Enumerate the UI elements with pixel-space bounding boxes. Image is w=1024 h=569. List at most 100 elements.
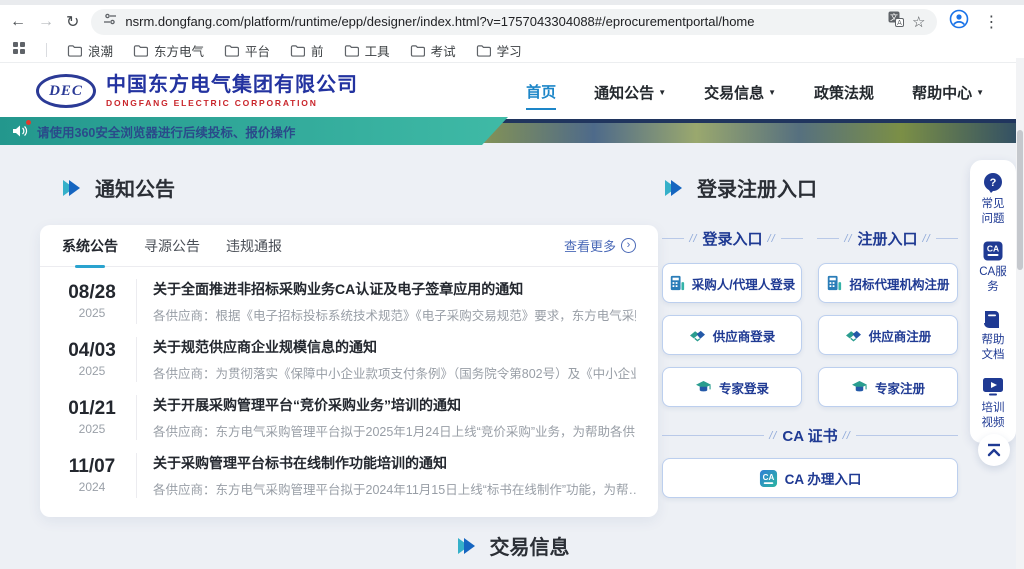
bookmark-label: 平台 [245, 41, 270, 60]
bookmark-star-icon[interactable]: ☆ [912, 13, 925, 31]
expert-login-button[interactable]: 专家登录 [662, 367, 802, 407]
bookmarks-bar: 浪潮 东方电气 平台 前 工具 考试 学习 [0, 38, 1024, 63]
notice-title[interactable]: 关于开展采购管理平台“竞价采购业务”培训的通知 [153, 395, 636, 415]
register-entry-header: // 注册入口 // [817, 228, 958, 249]
button-label: 供应商登录 [713, 326, 776, 345]
handshake-icon [689, 328, 706, 343]
tab-system-notices[interactable]: 系统公告 [62, 225, 118, 267]
book-icon [982, 308, 1004, 330]
chrome-menu-icon[interactable]: ⋮ [983, 12, 999, 32]
decor-slashes: // [768, 233, 776, 245]
svg-text:?: ? [990, 177, 997, 189]
notice-desc: 各供应商：东方电气采购管理平台拟于2024年11月15日上线“标书在线制作”功能… [153, 479, 636, 498]
bookmark-folder[interactable]: 东方电气 [133, 41, 204, 60]
announcement-ticker: 请使用360安全浏览器进行后续投标、报价操作 [0, 117, 508, 145]
arrow-up-to-line-icon [985, 442, 1003, 458]
login-register-section: 登录注册入口 // 登录入口 // // 注册入口 // 采购人/代理人登录 [662, 173, 958, 498]
section-arrow-icon [662, 179, 684, 197]
nav-help-center[interactable]: 帮助中心▼ [912, 74, 984, 109]
bookmark-label: 工具 [365, 41, 390, 60]
supplier-register-button[interactable]: 供应商注册 [818, 315, 958, 355]
notice-row[interactable]: 08/282025 关于全面推进非招标采购业务CA认证及电子签章应用的通知各供应… [62, 272, 636, 330]
company-name-en: DONGFANG ELECTRIC CORPORATION [106, 98, 358, 108]
notice-desc: 各供应商：东方电气采购管理平台拟于2025年1月24日上线“竞价采购”业务，为帮… [153, 421, 636, 440]
ca-cert-header: // CA 证书 // [662, 425, 958, 446]
view-more-link[interactable]: 查看更多 › [564, 236, 636, 255]
url-text[interactable]: nsrm.dongfang.com/platform/runtime/epp/d… [125, 14, 880, 29]
profile-avatar-icon[interactable] [949, 9, 969, 34]
expert-register-button[interactable]: 专家注册 [818, 367, 958, 407]
nav-trade-info[interactable]: 交易信息▼ [704, 74, 776, 109]
question-icon: ? [981, 172, 1005, 194]
bookmark-folder[interactable]: 工具 [344, 41, 390, 60]
bookmark-folder[interactable]: 平台 [224, 41, 270, 60]
company-logo[interactable]: DEC 中国东方电气集团有限公司 DONGFANG ELECTRIC CORPO… [36, 74, 358, 108]
section-arrow-icon [60, 179, 82, 197]
button-label: 专家注册 [875, 378, 925, 397]
tab-violation-reports[interactable]: 违规通报 [226, 225, 282, 267]
sidebar-item-label: CA服务 [979, 265, 1007, 295]
tab-sourcing-notices[interactable]: 寻源公告 [144, 225, 200, 267]
notices-section-title: 通知公告 [60, 173, 175, 202]
notice-row[interactable]: 11/072024 关于采购管理平台标书在线制作功能培训的通知各供应商：东方电气… [62, 446, 636, 504]
notice-row[interactable]: 01/212025 关于开展采购管理平台“竞价采购业务”培训的通知各供应商：东方… [62, 388, 636, 446]
bookmark-folder[interactable]: 浪潮 [67, 41, 113, 60]
translate-icon[interactable]: 文A [888, 11, 904, 32]
sidebar-item-label: 培训视频 [979, 401, 1007, 431]
decor-slashes: // [844, 233, 852, 245]
svg-text:CA: CA [987, 243, 999, 253]
video-icon [981, 376, 1005, 398]
supplier-login-button[interactable]: 供应商登录 [662, 315, 802, 355]
bookmark-folder[interactable]: 考试 [410, 41, 456, 60]
help-docs-shortcut[interactable]: 帮助文档 [979, 308, 1007, 363]
bookmark-folder[interactable]: 学习 [476, 41, 522, 60]
notice-title[interactable]: 关于采购管理平台标书在线制作功能培训的通知 [153, 453, 636, 473]
notices-title-text: 通知公告 [95, 173, 175, 202]
browser-toolbar: ← → ↻ nsrm.dongfang.com/platform/runtime… [0, 5, 1024, 38]
section-arrow-icon [455, 537, 477, 555]
bookmark-folder[interactable]: 前 [290, 41, 324, 60]
nav-policies[interactable]: 政策法规 [814, 74, 874, 109]
ca-badge-icon: CA [759, 469, 778, 488]
site-info-icon[interactable] [103, 12, 117, 31]
back-to-top-button[interactable] [978, 434, 1010, 466]
dec-logo-icon: DEC [36, 74, 96, 108]
scrollbar-thumb[interactable] [1017, 130, 1023, 270]
svg-text:CA: CA [762, 472, 774, 481]
bookmark-label: 东方电气 [154, 41, 204, 60]
nav-label: 首页 [526, 81, 556, 102]
forward-icon[interactable]: → [38, 13, 54, 31]
notice-title[interactable]: 关于规范供应商企业规模信息的通知 [153, 337, 636, 357]
notice-row[interactable]: 04/032025 关于规范供应商企业规模信息的通知各供应商：为贯彻落实《保障中… [62, 330, 636, 388]
bookmark-label: 浪潮 [88, 41, 113, 60]
faq-shortcut[interactable]: ? 常见问题 [979, 172, 1007, 227]
decor-slashes: // [769, 430, 777, 442]
notices-card: 系统公告 寻源公告 违规通报 查看更多 › 08/282025 关于全面推进非招… [40, 225, 658, 517]
apps-grid-icon[interactable] [12, 41, 26, 60]
button-label: CA 办理入口 [785, 468, 862, 488]
nav-label: 交易信息 [704, 82, 764, 103]
purchaser-agent-login-button[interactable]: 采购人/代理人登录 [662, 263, 802, 303]
login-entry-header: // 登录入口 // [662, 228, 803, 249]
bookmark-label: 前 [311, 41, 324, 60]
button-label: 招标代理机构注册 [849, 274, 949, 293]
page-scrollbar[interactable] [1016, 58, 1024, 569]
ca-apply-button[interactable]: CA CA 办理入口 [662, 458, 958, 498]
bidding-agency-register-button[interactable]: 招标代理机构注册 [818, 263, 958, 303]
nav-home[interactable]: 首页 [526, 73, 556, 110]
reload-icon[interactable]: ↻ [66, 12, 79, 32]
nav-label: 通知公告 [594, 82, 654, 103]
dec-logo-text: DEC [49, 83, 83, 100]
speaker-icon [12, 124, 28, 138]
chevron-right-circle-icon: › [621, 238, 636, 253]
nav-notices[interactable]: 通知公告▼ [594, 74, 666, 109]
back-icon[interactable]: ← [10, 13, 26, 31]
notice-title[interactable]: 关于全面推进非招标采购业务CA认证及电子签章应用的通知 [153, 279, 636, 299]
chevron-down-icon: ▼ [976, 88, 984, 97]
url-bar[interactable]: nsrm.dongfang.com/platform/runtime/epp/d… [91, 9, 937, 35]
training-videos-shortcut[interactable]: 培训视频 [979, 376, 1007, 431]
site-header: DEC 中国东方电气集团有限公司 DONGFANG ELECTRIC CORPO… [0, 63, 1024, 119]
screen: ← → ↻ nsrm.dongfang.com/platform/runtime… [0, 0, 1024, 569]
decor-slashes: // [689, 233, 697, 245]
ca-service-shortcut[interactable]: CA CA服务 [979, 240, 1007, 295]
